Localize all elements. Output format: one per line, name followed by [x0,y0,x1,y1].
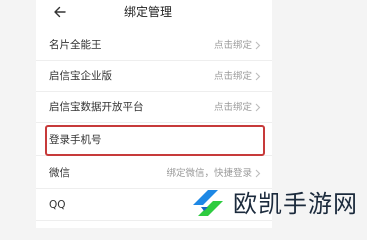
bind-row-qq[interactable]: QQ [36,190,272,221]
binding-management-page: 绑定管理 名片全能王 点击绑定 启信宝企业版 点击绑定 启信宝数据开放平台 点击… [36,0,272,228]
bind-row-login-phone[interactable]: 登录手机号 [36,125,272,156]
chevron-right-icon [255,41,261,50]
bind-row-mingpian[interactable]: 名片全能王 点击绑定 [36,30,272,61]
row-action-text[interactable]: 绑定微信，快捷登录 [166,168,252,179]
top-bar: 绑定管理 [36,0,272,26]
row-action-text[interactable]: 点击绑定 [214,71,252,82]
bind-row-qixinbao-enterprise[interactable]: 启信宝企业版 点击绑定 [36,61,272,92]
page-title: 绑定管理 [124,5,173,19]
row-label: 微信 [49,167,70,179]
chevron-right-icon [255,72,261,81]
chevron-right-icon [255,169,261,178]
row-label: 启信宝数据开放平台 [49,101,144,113]
back-arrow-icon[interactable] [52,4,68,20]
bind-row-qixinbao-open-platform[interactable]: 启信宝数据开放平台 点击绑定 [36,92,272,123]
bind-row-wechat[interactable]: 微信 绑定微信，快捷登录 [36,158,272,189]
row-label: 名片全能王 [49,39,102,51]
row-action-text[interactable]: 点击绑定 [214,40,252,51]
row-label: 启信宝企业版 [49,70,112,82]
chevron-right-icon [255,103,261,112]
row-label: 登录手机号 [49,134,102,146]
row-label: QQ [49,199,66,211]
row-action-text[interactable]: 点击绑定 [214,102,252,113]
